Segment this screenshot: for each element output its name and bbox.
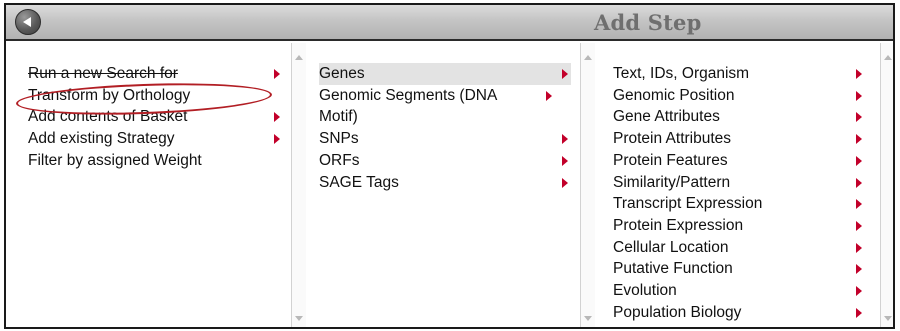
- menu-column-1: Run a new Search for Transform by Orthol…: [6, 43, 306, 327]
- scroll-down-icon[interactable]: [584, 316, 592, 321]
- menu-item-label: Genomic Position: [613, 86, 735, 104]
- menu-item-protein-attributes[interactable]: Protein Attributes: [613, 128, 866, 150]
- operation-list: Run a new Search for Transform by Orthol…: [28, 63, 280, 172]
- submenu-arrow-icon: [856, 286, 862, 297]
- submenu-arrow-icon: [562, 155, 568, 166]
- menu-item-label: Protein Expression: [613, 216, 744, 234]
- menu-item-genes[interactable]: Genes: [319, 63, 571, 85]
- menu-item-gene-attributes[interactable]: Gene Attributes: [613, 106, 866, 128]
- submenu-arrow-icon: [562, 134, 568, 145]
- scroll-down-icon[interactable]: [295, 316, 303, 321]
- submenu-arrow-icon: [856, 264, 862, 275]
- menu-item-label: ORFs: [319, 151, 360, 169]
- menu-item-label: Population Biology: [613, 303, 742, 321]
- back-arrow-icon: [23, 17, 31, 27]
- record-type-list: Genes Genomic Segments (DNA Motif) SNPs …: [319, 63, 571, 193]
- menu-item-protein-expression[interactable]: Protein Expression: [613, 215, 866, 237]
- submenu-arrow-icon: [856, 90, 862, 101]
- menu-item-orfs[interactable]: ORFs: [319, 150, 571, 172]
- menu-item-sage-tags[interactable]: SAGE Tags: [319, 172, 571, 194]
- scrollbar[interactable]: [580, 43, 595, 327]
- menu-item-label: Similarity/Pattern: [613, 173, 731, 191]
- submenu-arrow-icon: [562, 69, 568, 79]
- search-category-list: Text, IDs, Organism Genomic Position Gen…: [613, 63, 866, 323]
- menu-item-filter-by-weight[interactable]: Filter by assigned Weight: [28, 150, 280, 172]
- menu-item-label: Add contents of Basket: [28, 108, 188, 126]
- menu-item-transform-by-orthology[interactable]: Transform by Orthology: [28, 85, 280, 107]
- menu-item-label: Evolution: [613, 282, 677, 300]
- menu-item-label: SNPs: [319, 130, 359, 148]
- menu-item-evolution[interactable]: Evolution: [613, 280, 866, 302]
- scroll-up-icon[interactable]: [295, 55, 303, 60]
- panel-title: Add Step: [594, 10, 702, 35]
- menu-item-putative-function[interactable]: Putative Function: [613, 258, 866, 280]
- submenu-arrow-icon: [274, 134, 280, 145]
- menu-item-label: Genomic Segments (DNA Motif): [319, 86, 497, 126]
- menu-item-label: Transform by Orthology: [28, 86, 191, 104]
- menu-item-label: Putative Function: [613, 260, 733, 278]
- menu-item-label: Transcript Expression: [613, 195, 763, 213]
- submenu-arrow-icon: [274, 69, 280, 79]
- scroll-up-icon[interactable]: [584, 55, 592, 60]
- menu-column-2: Genes Genomic Segments (DNA Motif) SNPs …: [307, 43, 595, 327]
- submenu-arrow-icon: [274, 112, 280, 123]
- menu-item-run-new-search[interactable]: Run a new Search for: [28, 63, 280, 85]
- submenu-arrow-icon: [856, 199, 862, 210]
- submenu-arrow-icon: [856, 307, 862, 318]
- menu-item-label: Text, IDs, Organism: [613, 65, 750, 82]
- back-button[interactable]: [15, 9, 41, 35]
- menu-item-similarity-pattern[interactable]: Similarity/Pattern: [613, 172, 866, 194]
- scroll-down-icon[interactable]: [884, 316, 892, 321]
- submenu-arrow-icon: [856, 155, 862, 166]
- menu-item-cellular-location[interactable]: Cellular Location: [613, 237, 866, 259]
- scrollbar[interactable]: [291, 43, 306, 327]
- menu-item-label: Protein Features: [613, 151, 728, 169]
- submenu-arrow-icon: [856, 69, 862, 79]
- scroll-up-icon[interactable]: [884, 55, 892, 60]
- menu-item-text-ids-organism[interactable]: Text, IDs, Organism: [613, 63, 866, 85]
- menu-item-label: Run a new Search for: [28, 65, 178, 82]
- menu-item-label: SAGE Tags: [319, 173, 399, 191]
- submenu-arrow-icon: [856, 242, 862, 253]
- submenu-arrow-icon: [856, 112, 862, 123]
- menu-item-label: Genes: [319, 65, 365, 82]
- menu-item-snps[interactable]: SNPs: [319, 128, 571, 150]
- menu-item-add-basket[interactable]: Add contents of Basket: [28, 106, 280, 128]
- menu-column-3: Text, IDs, Organism Genomic Position Gen…: [596, 43, 893, 327]
- submenu-arrow-icon: [856, 134, 862, 145]
- add-step-panel: Add Step Run a new Search for Transform …: [4, 3, 895, 329]
- menu-item-genomic-position[interactable]: Genomic Position: [613, 85, 866, 107]
- title-bar: Add Step: [6, 5, 893, 41]
- menu-item-population-biology[interactable]: Population Biology: [613, 302, 866, 324]
- menu-item-label: Add existing Strategy: [28, 130, 175, 148]
- menu-item-transcript-expression[interactable]: Transcript Expression: [613, 193, 866, 215]
- menu-item-label: Gene Attributes: [613, 108, 720, 126]
- menu-item-label: Filter by assigned Weight: [28, 151, 202, 169]
- menu-item-protein-features[interactable]: Protein Features: [613, 150, 866, 172]
- submenu-arrow-icon: [562, 177, 568, 188]
- submenu-arrow-icon: [856, 177, 862, 188]
- menu-item-add-existing-strategy[interactable]: Add existing Strategy: [28, 128, 280, 150]
- scrollbar[interactable]: [880, 43, 893, 327]
- submenu-arrow-icon: [856, 220, 862, 231]
- submenu-arrow-icon: [546, 90, 552, 101]
- menu-item-label: Protein Attributes: [613, 130, 732, 148]
- menu-item-label: Cellular Location: [613, 238, 729, 256]
- menu-item-genomic-segments[interactable]: Genomic Segments (DNA Motif): [319, 85, 555, 128]
